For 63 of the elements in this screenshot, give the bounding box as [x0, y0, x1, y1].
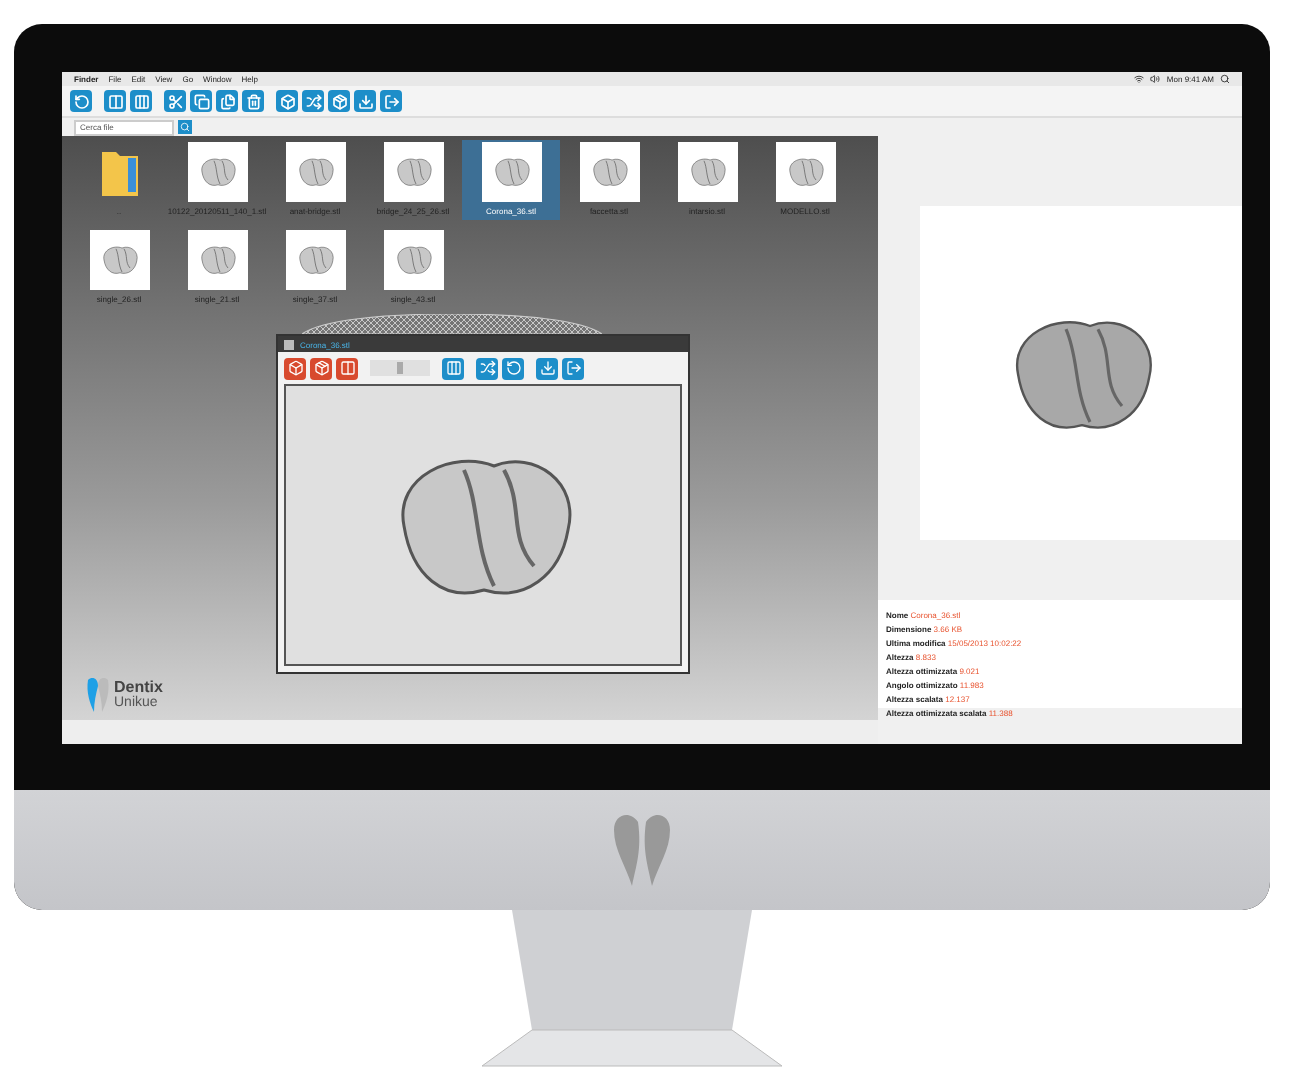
toolbar-button[interactable]	[164, 90, 186, 112]
two-column-icon	[107, 93, 123, 109]
toolbar-button[interactable]	[70, 90, 92, 112]
tooth-model-icon	[393, 156, 433, 188]
zoom-slider[interactable]	[370, 360, 430, 376]
wifi-icon	[1134, 74, 1145, 84]
undo-icon	[73, 93, 89, 109]
download-icon	[357, 93, 373, 109]
tooth-logo-icon	[86, 676, 110, 712]
cube-icon	[287, 360, 303, 376]
toolbar-button[interactable]	[310, 357, 332, 379]
copy-icon	[193, 93, 209, 109]
tooth-model-icon	[393, 244, 433, 276]
tooth-model-icon	[295, 156, 335, 188]
toolbar-button[interactable]	[276, 90, 298, 112]
tooth-model-icon	[295, 244, 335, 276]
toolbar-button[interactable]	[380, 90, 402, 112]
toolbar-button[interactable]	[336, 357, 358, 379]
toolbar-button[interactable]	[216, 90, 238, 112]
tooth-model-icon	[687, 156, 727, 188]
download-icon	[539, 360, 555, 376]
three-column-icon	[445, 360, 461, 376]
exit-icon	[565, 360, 581, 376]
folder-icon	[99, 146, 139, 198]
package-icon	[331, 93, 347, 109]
toolbar-button[interactable]	[502, 357, 524, 379]
logo-name: Dentix	[114, 679, 163, 695]
volume-icon	[1150, 74, 1161, 84]
package-icon	[313, 360, 329, 376]
two-column-icon	[339, 360, 355, 376]
three-column-icon	[133, 93, 149, 109]
scissors-icon	[167, 93, 183, 109]
trash-icon	[245, 93, 261, 109]
shuffle-icon	[479, 360, 495, 376]
tooth-model-icon	[785, 156, 825, 188]
toolbar-button[interactable]	[190, 90, 212, 112]
files-icon	[219, 93, 235, 109]
search-icon	[180, 122, 190, 132]
toolbar-button[interactable]	[442, 357, 464, 379]
toolbar-button[interactable]	[284, 357, 306, 379]
shuffle-icon	[305, 93, 321, 109]
tooth-model-icon	[491, 156, 531, 188]
toolbar-button[interactable]	[476, 357, 498, 379]
toolbar-button[interactable]	[536, 357, 558, 379]
tooth-model-icon	[197, 156, 237, 188]
tooth-model-icon	[197, 244, 237, 276]
toolbar-button[interactable]	[302, 90, 324, 112]
toolbar-button[interactable]	[328, 90, 350, 112]
toolbar-button[interactable]	[562, 357, 584, 379]
search-icon	[1220, 74, 1230, 84]
slider-thumb[interactable]	[397, 362, 403, 374]
app-icon	[284, 339, 294, 349]
cube-icon	[279, 93, 295, 109]
tooth-model-icon	[99, 244, 139, 276]
toolbar-button[interactable]	[242, 90, 264, 112]
toolbar-button[interactable]	[104, 90, 126, 112]
search-button[interactable]	[178, 120, 192, 134]
exit-icon	[383, 93, 399, 109]
toolbar-button[interactable]	[130, 90, 152, 112]
tooth-logo-icon	[610, 810, 674, 890]
tooth-model-icon	[589, 156, 629, 188]
undo-icon	[505, 360, 521, 376]
toolbar-button[interactable]	[354, 90, 376, 112]
